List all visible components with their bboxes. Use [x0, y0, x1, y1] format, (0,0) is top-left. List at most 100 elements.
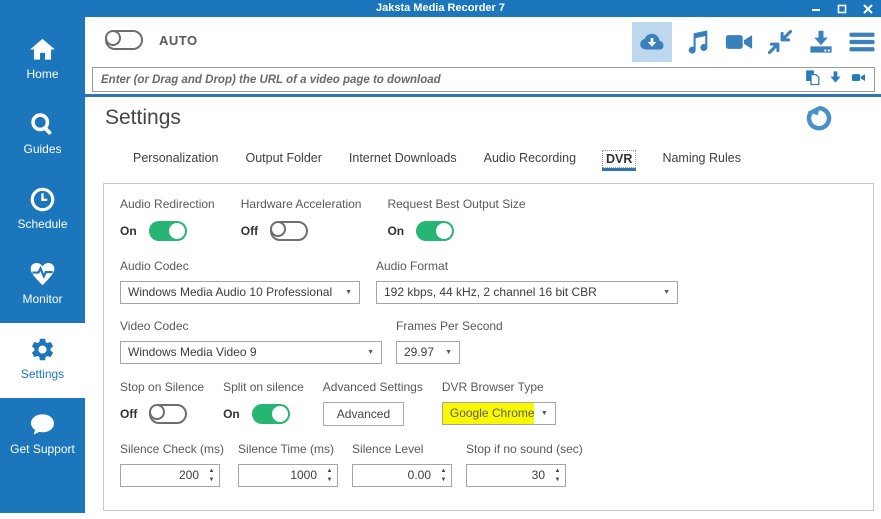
tab-internet-downloads[interactable]: Internet Downloads: [349, 151, 457, 167]
dvr-browser-type-value: Google Chrome: [442, 403, 534, 424]
frames-per-second-label: Frames Per Second: [396, 319, 503, 333]
page-title: Settings: [105, 106, 181, 129]
spinner-arrows[interactable]: ▲ ▼: [436, 465, 451, 486]
top-toolbar: AUTO: [85, 17, 881, 66]
auto-mode-toggle[interactable]: [105, 30, 143, 50]
sidebar-item-schedule[interactable]: Schedule: [0, 173, 85, 248]
chevron-down-icon: ▼: [445, 349, 452, 356]
silence-check-spinner[interactable]: 200 ▲ ▼: [120, 464, 220, 487]
settings-tabs: Personalization Output Folder Internet D…: [133, 150, 741, 171]
audio-format-label: Audio Format: [376, 259, 449, 273]
frames-per-second-setting: Frames Per Second 29.97 ▼: [396, 319, 503, 364]
tab-personalization[interactable]: Personalization: [133, 151, 218, 167]
search-icon: [29, 111, 56, 138]
audio-format-setting: Audio Format 192 kbps, 44 kHz, 2 channel…: [376, 259, 678, 304]
chevron-down-icon: ▼: [367, 349, 374, 356]
hamburger-menu-icon[interactable]: [847, 27, 877, 57]
silence-time-label: Silence Time (ms): [238, 442, 335, 456]
tab-dvr[interactable]: DVR: [602, 150, 637, 171]
sidebar-item-guides[interactable]: Guides: [0, 98, 85, 173]
silence-time-spinner[interactable]: 1000 ▲ ▼: [238, 464, 339, 487]
split-on-silence-state: On: [223, 407, 240, 421]
settings-page: Settings Personalization Output Folder I…: [85, 97, 881, 519]
audio-redirection-state: On: [120, 224, 137, 238]
hardware-acceleration-state: Off: [240, 224, 259, 238]
audio-format-value: 192 kbps, 44 kHz, 2 channel 16 bit CBR: [384, 285, 597, 299]
request-best-output-state: On: [387, 224, 405, 238]
spinner-arrows[interactable]: ▲ ▼: [550, 465, 565, 486]
paste-icon[interactable]: [804, 69, 821, 91]
sidebar-item-get-support[interactable]: Get Support: [0, 398, 85, 473]
split-on-silence-toggle[interactable]: [251, 404, 290, 424]
spin-up-icon[interactable]: ▲: [555, 467, 561, 476]
video-camera-icon[interactable]: [724, 27, 754, 57]
spin-up-icon[interactable]: ▲: [209, 467, 215, 476]
video-codec-dropdown[interactable]: Windows Media Video 9 ▼: [120, 341, 382, 364]
spin-up-icon[interactable]: ▲: [441, 467, 447, 476]
silence-level-spinner[interactable]: 0.00 ▲ ▼: [352, 464, 453, 487]
advanced-settings-label: Advanced Settings: [322, 380, 423, 394]
silence-level-value: 0.00: [407, 468, 432, 482]
stop-on-silence-toggle[interactable]: [149, 404, 188, 424]
dvr-settings-panel: Audio Redirection On Hardware Accelerati…: [103, 183, 874, 511]
url-placeholder: Enter (or Drag and Drop) the URL of a vi…: [101, 73, 441, 86]
spin-up-icon[interactable]: ▲: [327, 467, 333, 476]
video-codec-value: Windows Media Video 9: [128, 345, 257, 359]
cloud-download-icon[interactable]: [632, 22, 672, 62]
audio-redirection-label: Audio Redirection: [120, 197, 215, 211]
home-icon: [29, 36, 56, 63]
hardware-acceleration-setting: Hardware Acceleration Off: [240, 197, 361, 243]
spinner-arrows[interactable]: ▲ ▼: [322, 465, 337, 486]
spin-down-icon[interactable]: ▼: [555, 476, 561, 485]
frames-per-second-dropdown[interactable]: 29.97 ▼: [396, 341, 460, 364]
toolbar-icons: [632, 21, 877, 63]
stop-on-silence-setting: Stop on Silence Off: [120, 380, 204, 426]
hardware-acceleration-toggle[interactable]: [270, 221, 309, 241]
stop-on-silence-label: Stop on Silence: [120, 380, 205, 394]
url-bar-icons: [804, 69, 867, 91]
advanced-button[interactable]: Advanced: [322, 402, 405, 426]
advanced-settings-setting: Advanced Settings Advanced: [322, 380, 423, 426]
reset-settings-icon[interactable]: [804, 103, 834, 133]
chevron-down-icon: ▼: [540, 410, 548, 417]
spin-down-icon[interactable]: ▼: [209, 476, 215, 485]
sidebar-item-home[interactable]: Home: [0, 23, 85, 98]
dvr-browser-type-label: DVR Browser Type: [441, 380, 544, 394]
tab-naming-rules[interactable]: Naming Rules: [662, 151, 741, 167]
sidebar-item-settings[interactable]: Settings: [0, 323, 85, 398]
url-input[interactable]: Enter (or Drag and Drop) the URL of a vi…: [92, 67, 875, 92]
minimize-icon[interactable]: [811, 4, 821, 14]
tab-output-folder[interactable]: Output Folder: [245, 151, 321, 167]
stop-if-no-sound-setting: Stop if no sound (sec) 30 ▲ ▼: [466, 442, 583, 487]
audio-codec-dropdown[interactable]: Windows Media Audio 10 Professional ▼: [120, 281, 360, 304]
spin-down-icon[interactable]: ▼: [441, 476, 447, 485]
auto-mode-group: AUTO: [105, 30, 198, 50]
split-on-silence-setting: Split on silence On: [223, 380, 304, 426]
dvr-browser-type-dropdown[interactable]: Google Chrome ▼: [441, 402, 556, 425]
collapse-arrows-icon[interactable]: [765, 27, 795, 57]
audio-codec-label: Audio Codec: [120, 259, 189, 273]
request-best-output-toggle[interactable]: [416, 221, 455, 241]
download-tray-icon[interactable]: [806, 27, 836, 57]
stop-if-no-sound-spinner[interactable]: 30 ▲ ▼: [466, 464, 567, 487]
title-bar: Jaksta Media Recorder 7: [0, 0, 881, 17]
close-icon[interactable]: [863, 4, 873, 14]
spinner-arrows[interactable]: ▲ ▼: [204, 465, 219, 486]
stop-if-no-sound-value: 30: [531, 468, 546, 482]
silence-time-setting: Silence Time (ms) 1000 ▲ ▼: [238, 442, 339, 487]
download-arrow-icon[interactable]: [828, 70, 843, 90]
audio-redirection-toggle[interactable]: [148, 221, 187, 241]
record-camera-icon[interactable]: [850, 70, 867, 90]
dvr-browser-type-setting: DVR Browser Type Google Chrome ▼: [441, 380, 556, 425]
heart-pulse-icon: [29, 261, 56, 288]
silence-check-setting: Silence Check (ms) 200 ▲ ▼: [120, 442, 224, 487]
sidebar-item-monitor[interactable]: Monitor: [0, 248, 85, 323]
audio-format-dropdown[interactable]: 192 kbps, 44 kHz, 2 channel 16 bit CBR ▼: [376, 281, 678, 304]
music-note-icon[interactable]: [683, 27, 713, 57]
audio-codec-setting: Audio Codec Windows Media Audio 10 Profe…: [120, 259, 360, 304]
tab-audio-recording[interactable]: Audio Recording: [484, 151, 576, 167]
app-window: { "window": { "title": "Jaksta Media Rec…: [0, 0, 881, 519]
spin-down-icon[interactable]: ▼: [327, 476, 333, 485]
maximize-icon[interactable]: [837, 4, 847, 14]
request-best-output-label: Request Best Output Size: [387, 197, 526, 211]
